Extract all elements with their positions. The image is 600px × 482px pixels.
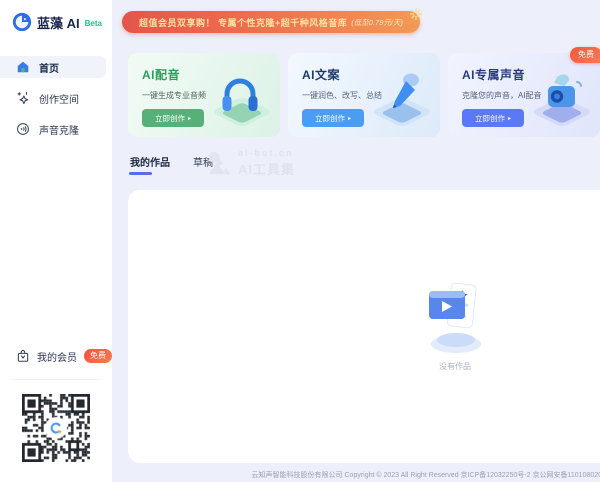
arrow-right-icon: ▸ bbox=[188, 115, 191, 122]
card-subtitle: 一键生成专业音频 bbox=[142, 90, 280, 101]
feature-cards: AI配音 一键生成专业音频 立即创作 ▸ AI文案 bbox=[128, 53, 600, 137]
copyright-text: 云知声智能科技股份有限公司 Copyright © 2023 All Right… bbox=[252, 472, 600, 479]
beta-badge: Beta bbox=[85, 19, 102, 28]
card-ai-exclusive-voice: 免费 AI专属声音 克隆您的声音，AI配音 bbox=[448, 53, 600, 137]
card-title: AI配音 bbox=[142, 66, 280, 83]
arrow-right-icon: ▸ bbox=[348, 115, 351, 122]
arrow-right-icon: ▸ bbox=[508, 115, 511, 122]
app-logo: 蓝藻 AI Beta bbox=[0, 0, 112, 32]
sidebar-item-home[interactable]: 首页 bbox=[0, 56, 106, 78]
empty-works-illustration bbox=[419, 278, 491, 356]
sidebar-divider bbox=[12, 379, 100, 380]
card-subtitle: 一键润色、改写、总结 bbox=[302, 90, 440, 101]
create-now-button[interactable]: 立即创作 ▸ bbox=[142, 109, 204, 127]
create-now-button[interactable]: 立即创作 ▸ bbox=[302, 109, 364, 127]
card-ai-dubbing: AI配音 一键生成专业音频 立即创作 ▸ bbox=[128, 53, 280, 137]
sidebar-item-label: 首页 bbox=[39, 60, 59, 75]
sidebar-item-membership[interactable]: 我的会员 免费 bbox=[0, 345, 112, 367]
free-badge: 免费 bbox=[84, 349, 112, 363]
create-now-button[interactable]: 立即创作 ▸ bbox=[462, 109, 524, 127]
briefcase-icon bbox=[16, 349, 30, 363]
voice-wave-icon bbox=[16, 122, 30, 136]
app-logo-icon bbox=[12, 12, 32, 32]
card-title: AI专属声音 bbox=[462, 66, 600, 83]
watermark-domain: ai-bot.cn bbox=[238, 148, 295, 158]
home-icon bbox=[16, 60, 30, 74]
sidebar-menu: 首页 创作空间 声音克 bbox=[0, 56, 112, 149]
sidebar-item-creation-space[interactable]: 创作空间 bbox=[0, 87, 106, 109]
empty-state-text: 没有作品 bbox=[439, 361, 471, 372]
promo-banner-text: 超值会员双享购！ 专属个性克隆+超千种风格音库 bbox=[139, 16, 347, 29]
membership-label: 我的会员 bbox=[37, 349, 77, 364]
sidebar-item-label: 声音克隆 bbox=[39, 122, 79, 137]
firework-icon bbox=[409, 7, 423, 21]
works-tabs: 我的作品 草稿 ai-bot.cn AI工具集 bbox=[128, 151, 600, 184]
works-panel: 没有作品 bbox=[128, 190, 600, 463]
watermark-name: AI工具集 bbox=[238, 159, 295, 178]
app-window: 蓝藻 AI Beta 首页 bbox=[0, 0, 600, 482]
sparkle-icon bbox=[16, 91, 30, 105]
footer: 云知声智能科技股份有限公司 Copyright © 2023 All Right… bbox=[128, 470, 600, 480]
tab-my-works[interactable]: 我的作品 bbox=[128, 151, 172, 176]
sidebar-item-voice-clone[interactable]: 声音克隆 bbox=[0, 118, 106, 140]
card-title: AI文案 bbox=[302, 66, 440, 83]
watermark: ai-bot.cn AI工具集 bbox=[206, 148, 295, 178]
ai-bot-logo-icon bbox=[206, 151, 233, 176]
main-content: 超值会员双享购！ 专属个性克隆+超千种风格音库 (低至0.79元/天) AI配音… bbox=[112, 0, 600, 482]
promo-banner-price: (低至0.79元/天) bbox=[351, 17, 403, 28]
card-subtitle: 克隆您的声音，AI配音 bbox=[462, 90, 600, 101]
sidebar-bottom: 我的会员 免费 bbox=[0, 345, 112, 482]
promo-banner[interactable]: 超值会员双享购！ 专属个性克隆+超千种风格音库 (低至0.79元/天) bbox=[122, 11, 420, 33]
sidebar-item-label: 创作空间 bbox=[39, 91, 79, 106]
app-title: 蓝藻 AI bbox=[37, 13, 80, 32]
free-badge: 免费 bbox=[570, 47, 600, 63]
empty-state: 没有作品 bbox=[128, 190, 600, 372]
card-ai-copywriting: AI文案 一键润色、改写、总结 立即创作 ▸ bbox=[288, 53, 440, 137]
sidebar: 蓝藻 AI Beta 首页 bbox=[0, 0, 112, 482]
qr-code bbox=[22, 394, 90, 462]
